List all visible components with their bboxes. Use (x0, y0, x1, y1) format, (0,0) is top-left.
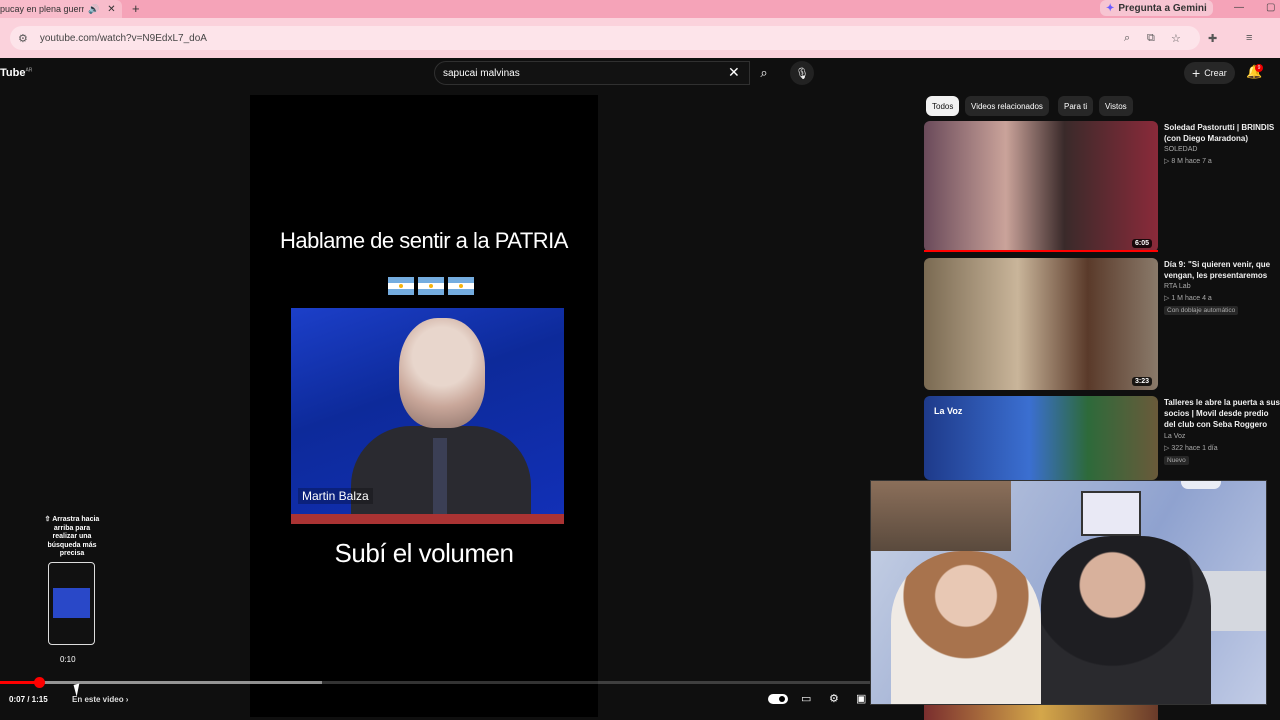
seek-preview-thumbnail (48, 562, 95, 645)
create-button[interactable]: + Crear (1184, 62, 1235, 84)
related-thumbnail[interactable]: 3:23 (924, 258, 1158, 390)
new-badge: Nuevo (1164, 456, 1189, 465)
settings-gear-icon[interactable]: ⚙ (829, 692, 839, 705)
autoplay-toggle[interactable] (768, 694, 788, 704)
cam-shelf (871, 481, 1011, 551)
related-channel[interactable]: SOLEDAD (1164, 146, 1197, 153)
cam-monitor (1081, 491, 1141, 536)
cam-light (1181, 481, 1221, 489)
tab-title: pucay en plena guerr... (0, 4, 84, 14)
media-icon[interactable]: ≡ (1246, 32, 1252, 44)
address-bar-area: ⚙ youtube.com/watch?v=N9EdxL7_doA (0, 18, 1280, 58)
watched-indicator (924, 250, 1158, 252)
url-text: youtube.com/watch?v=N9EdxL7_doA (39, 32, 207, 44)
related-meta: ▷ 8 M hace 7 a (1164, 158, 1212, 165)
inset-strip (291, 514, 564, 524)
inset-tie (433, 438, 447, 518)
argentina-flag-icon (418, 277, 444, 295)
plus-icon: + (1192, 65, 1201, 81)
browser-tab-bar: pucay en plena guerr... 🔊 ✕ + ✦ Pregunta… (0, 0, 1280, 18)
inset-face (399, 318, 485, 428)
webcam-overlay (870, 480, 1267, 705)
chip-para-ti[interactable]: Para ti (1058, 96, 1094, 116)
progress-buffer (0, 681, 322, 684)
dubbing-badge: Con doblaje automático (1164, 306, 1239, 315)
restore-icon[interactable]: ▢ (1266, 2, 1275, 13)
gemini-button[interactable]: ✦ Pregunta a Gemini (1100, 0, 1213, 16)
search-query: sapucai malvinas (443, 67, 520, 79)
cam-person-left (891, 551, 1041, 704)
time-display: 0:07 / 1:15 (9, 695, 48, 704)
chip-vistos[interactable]: Vistos (1099, 96, 1133, 116)
close-tab-icon[interactable]: ✕ (107, 4, 115, 15)
thumbnail-overlay-text: La Voz (934, 406, 963, 416)
related-thumbnail-peek[interactable] (924, 705, 1158, 720)
search-input[interactable]: sapucai malvinas (434, 61, 750, 85)
video-duration: 6:05 (1131, 239, 1152, 248)
related-title[interactable]: Día 9: "Si quieren venir, que vengan, le… (1164, 259, 1280, 281)
clear-search-icon[interactable]: ✕ (728, 64, 740, 81)
notification-badge: 9 (1255, 64, 1263, 72)
mic-icon: 🎙 (795, 67, 809, 80)
seek-preview-time: 0:10 (60, 655, 76, 664)
related-thumbnail[interactable]: 6:05 (924, 121, 1158, 252)
chapter-button[interactable]: En este video › (72, 695, 128, 704)
related-thumbnail[interactable]: La Voz (924, 396, 1158, 480)
logo-country: AR (25, 67, 33, 74)
video-caption-bottom: Subí el volumen (334, 538, 514, 568)
speaker-icon[interactable]: 🔊 (88, 4, 99, 15)
search-button[interactable]: ⌕ (750, 61, 778, 85)
voice-search-button[interactable]: 🎙 (790, 61, 814, 85)
related-title[interactable]: Talleres le abre la puerta a sus socios … (1164, 397, 1280, 430)
install-icon[interactable]: ⧉ (1147, 32, 1155, 45)
chip-videos-relacionados[interactable]: Videos relacionados (965, 96, 1049, 116)
browser-tab[interactable]: pucay en plena guerr... 🔊 ✕ (0, 0, 122, 18)
zoom-icon[interactable]: ⌕ (1124, 32, 1130, 45)
argentina-flags (388, 277, 474, 295)
chip-todos[interactable]: Todos (926, 96, 960, 116)
minimize-icon[interactable]: — (1234, 2, 1244, 13)
youtube-logo[interactable]: TubeAR (0, 67, 32, 79)
related-title[interactable]: Soledad Pastorutti | BRINDIS (con Diego … (1164, 122, 1280, 144)
video-duration: 3:23 (1131, 377, 1152, 386)
chapter-label: En este video (72, 695, 124, 704)
sparkle-icon: ✦ (1106, 2, 1115, 14)
logo-text: Tube (0, 67, 26, 79)
miniplayer-icon[interactable]: ▣ (856, 692, 866, 705)
argentina-flag-icon (448, 277, 474, 295)
drag-up-hint: ⇧ Arrastra hacia arriba para realizar un… (44, 516, 100, 557)
gemini-label: Pregunta a Gemini (1118, 2, 1207, 14)
video-caption-top: Hablame de sentir a la PATRIA (280, 228, 568, 253)
related-meta: ▷ 1 M hace 4 a (1164, 295, 1212, 302)
search-icon: ⌕ (760, 65, 768, 80)
create-label: Crear (1204, 68, 1227, 78)
preview-mini (53, 588, 90, 618)
cam-person-right (1041, 536, 1211, 704)
related-channel[interactable]: RTA Lab (1164, 283, 1191, 290)
related-meta: ▷ 322 hace 1 día (1164, 445, 1218, 452)
bookmark-star-icon[interactable]: ☆ (1171, 32, 1181, 45)
new-tab-button[interactable]: + (132, 1, 140, 16)
subtitles-icon[interactable]: ▭ (801, 692, 811, 705)
related-channel[interactable]: La Voz (1164, 433, 1185, 440)
extensions-icon[interactable]: ✚ (1208, 32, 1217, 45)
speaker-name-tag: Martin Balza (298, 488, 373, 504)
url-field[interactable]: ⚙ youtube.com/watch?v=N9EdxL7_doA (10, 26, 1200, 50)
argentina-flag-icon (388, 277, 414, 295)
progress-scrubber[interactable] (34, 677, 46, 688)
site-settings-icon[interactable]: ⚙ (18, 32, 28, 45)
